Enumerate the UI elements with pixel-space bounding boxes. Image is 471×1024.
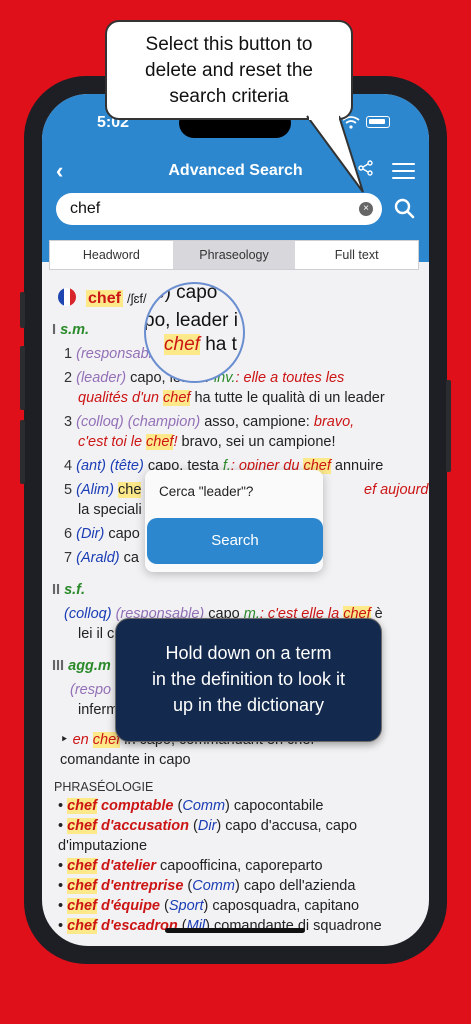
clear-search-button[interactable]: ×	[359, 202, 373, 216]
agg-sense-line2[interactable]: inferm	[78, 702, 118, 718]
magnifier-lens: e) capo po, leader i chef ha t	[144, 282, 245, 383]
lookup-prompt: Cerca "leader"?	[159, 484, 254, 499]
callout-pointer	[306, 112, 364, 193]
search-tabs: Headword Phraseology Full text	[49, 240, 419, 270]
french-flag-icon	[58, 288, 76, 306]
lens-line-1: e) capo	[154, 282, 218, 303]
sense-2-example[interactable]: qualités d'un chef ha tutte le qualità d…	[78, 390, 385, 406]
hamburger-icon[interactable]	[392, 163, 415, 179]
pronunciation: /ʃɛf/	[126, 291, 147, 306]
phrase-item-line2[interactable]: d'imputazione	[58, 838, 147, 854]
sense-5-example-tail[interactable]: ef aujourd'hui	[364, 482, 429, 498]
phone-mute-switch	[20, 292, 25, 328]
phrase-item[interactable]: • chef d'accusation (Dir) capo d'accusa,…	[58, 818, 357, 834]
search-icon[interactable]	[394, 198, 415, 219]
callout-top-line-3: search criteria	[169, 86, 289, 107]
lookup-popup: Cerca "leader"? Search	[145, 470, 323, 572]
phone-volume-down	[20, 420, 25, 484]
pos-label-sf: II s.f.	[52, 582, 86, 598]
sense-6[interactable]: 6 (Dir) capo	[64, 526, 140, 542]
lookup-search-button[interactable]: Search	[147, 518, 323, 564]
tab-full-text[interactable]: Full text	[295, 241, 418, 269]
callout-bottom-line-2: in the definition to look it	[151, 669, 346, 689]
lens-line-2: po, leader i	[144, 310, 239, 331]
callout-hold-term: Hold down on a term in the definition to…	[115, 618, 382, 742]
search-input[interactable]	[70, 198, 340, 220]
phrase-item[interactable]: • chef comptable (Comm) capocontabile	[58, 798, 323, 814]
sense-5-line2[interactable]: la speciali	[78, 502, 142, 518]
compound-entry-line2[interactable]: comandante in capo	[60, 752, 191, 768]
callout-clear-button: Select this button to delete and reset t…	[105, 20, 353, 120]
phrase-item[interactable]: • chef d'entreprise (Comm) capo dell'azi…	[58, 878, 355, 894]
agg-sense[interactable]: (respo	[70, 682, 111, 698]
sense-3-example[interactable]: c'est toi le chef! bravo, sei un campion…	[78, 434, 335, 450]
sense-7[interactable]: 7 (Arald) ca	[64, 550, 139, 566]
sense-5[interactable]: 5 (Alim) che	[64, 482, 142, 498]
phone-volume-up	[20, 346, 25, 410]
callout-bottom-line-1: Hold down on a term	[165, 643, 332, 663]
phrase-item[interactable]: • chef d'atelier capoofficina, caporepar…	[58, 858, 323, 874]
phrase-item[interactable]: • chef d'équipe (Sport) caposquadra, cap…	[58, 898, 359, 914]
callout-top-line-2: delete and reset the	[145, 60, 313, 81]
tab-phraseology[interactable]: Phraseology	[172, 241, 296, 269]
pos-label-sm: I s.m.	[52, 322, 90, 338]
pos-label-agg: III agg.m	[52, 658, 111, 674]
phraseology-heading: PHRASÉOLOGIE	[54, 780, 154, 794]
sf-sense-line2[interactable]: lei il c	[78, 626, 114, 642]
tab-headword[interactable]: Headword	[50, 241, 173, 269]
callout-bottom-line-3: up in the dictionary	[172, 695, 325, 715]
sense-3[interactable]: 3 (colloq) (champion) asso, campione: br…	[64, 414, 354, 430]
phone-power-button	[446, 380, 451, 472]
headword[interactable]: chef	[86, 290, 123, 307]
callout-top-line-1: Select this button to	[145, 34, 313, 55]
lens-line-3: chef ha t	[164, 334, 237, 355]
home-indicator[interactable]	[165, 928, 305, 933]
entry-headline: chef /ʃɛf/	[58, 288, 147, 308]
